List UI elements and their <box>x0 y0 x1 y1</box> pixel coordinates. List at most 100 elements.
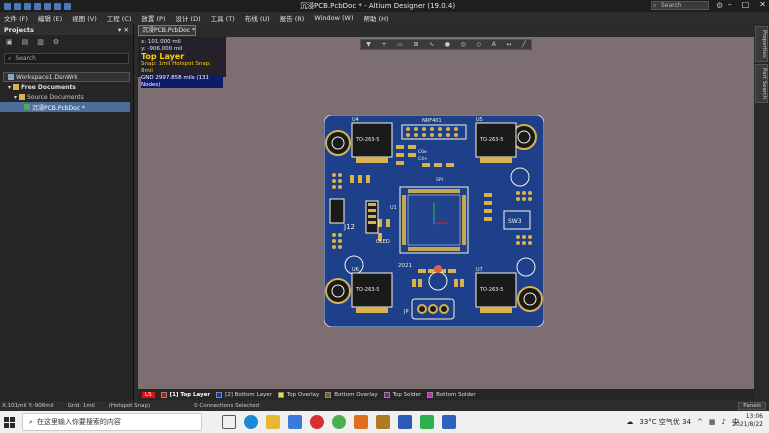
chevron-down-icon: ▾ <box>8 83 12 91</box>
polygon-icon[interactable]: ◇ <box>476 41 481 48</box>
taskbar-search-input[interactable]: ⌕ 在这里输入你要搜索的内容 <box>22 413 202 431</box>
mount-hole-top-left <box>325 130 351 156</box>
file-icon[interactable]: ▥ <box>37 38 44 46</box>
label-u4: U4 <box>352 117 359 123</box>
active-bar: ▼ + ▭ ⊞ ∿ ● ◎ ◇ A ↔ ╱ <box>360 39 532 50</box>
pad-icon[interactable]: ● <box>445 41 450 48</box>
store-icon[interactable] <box>288 415 302 429</box>
tab-part-search[interactable]: Part Search <box>755 63 768 104</box>
save-all-icon[interactable] <box>34 2 41 10</box>
panel-controls[interactable]: ▾ ✕ <box>118 26 129 34</box>
netease-music-icon[interactable] <box>310 415 324 429</box>
route-icon[interactable]: ∿ <box>429 41 434 48</box>
altium-window: 沉浸PCB.PcbDoc * - Altium Designer (19.0.4… <box>0 0 769 433</box>
projects-panel-header: Projects ▾ ✕ <box>0 24 133 35</box>
doc-tab-pcbdoc[interactable]: 沉浸PCB.PcbDoc * <box>138 25 196 36</box>
maximize-button[interactable]: □ <box>742 0 750 9</box>
save-icon[interactable] <box>24 2 31 10</box>
align-icon[interactable]: ⊞ <box>413 41 418 48</box>
global-search-input[interactable]: ⌕ Search <box>651 1 709 10</box>
volume-icon[interactable]: ♪ <box>722 418 726 426</box>
matlab-icon[interactable] <box>354 415 368 429</box>
menu-project[interactable]: 工程 (C) <box>107 13 132 23</box>
file-explorer-icon[interactable] <box>266 415 280 429</box>
via-icon[interactable]: ◎ <box>461 41 466 48</box>
menu-edit[interactable]: 编辑 (E) <box>38 13 62 23</box>
layer-tab-bottom-solder[interactable]: Bottom Solder <box>427 391 476 398</box>
menu-view[interactable]: 视图 (V) <box>72 13 97 23</box>
heads-up-display: x: 101.000 mil y: -906.000 mil Top Layer… <box>138 37 226 88</box>
menu-window[interactable]: Window (W) <box>314 14 353 22</box>
layer-tab-bottom[interactable]: [2] Bottom Layer <box>216 391 272 398</box>
task-view-icon[interactable] <box>222 415 236 429</box>
edge-icon[interactable] <box>244 415 258 429</box>
settings-icon[interactable]: ⚙ <box>53 38 59 46</box>
chrome-icon[interactable] <box>332 415 346 429</box>
projects-toolbar: ▣ ▤ ▥ ⚙ <box>0 35 133 49</box>
label-jz: J12 <box>343 223 355 231</box>
menu-route[interactable]: 布线 (U) <box>245 13 270 23</box>
label-nrf: NRF401 <box>422 118 442 124</box>
tab-properties[interactable]: Properties <box>755 26 768 62</box>
pcb-board[interactable]: TO-263-5 U4 TO-263-5 U5 TO-263-5 U6 TO-2… <box>324 115 544 327</box>
tree-item-pcbdoc[interactable]: 沉浸PCB.PcbDoc * <box>0 102 130 112</box>
regulator-u6: TO-263-5 U6 <box>351 267 393 313</box>
label-oled: OLED <box>376 239 390 245</box>
search-icon: ⌕ <box>653 2 657 9</box>
menu-reports[interactable]: 报告 (R) <box>280 13 305 23</box>
word-icon[interactable] <box>398 415 412 429</box>
dimension-icon[interactable]: ↔ <box>506 41 511 48</box>
workspace-icon <box>8 74 14 80</box>
tree-item-workspace[interactable]: Workspace1.DsnWrk <box>3 72 130 82</box>
right-panel-tabs: Properties Part Search <box>754 24 769 401</box>
weather-text[interactable]: 33°C 空气优 34 <box>639 417 691 427</box>
print-icon[interactable] <box>44 2 51 10</box>
regulator-u5: TO-263-5 U5 <box>475 117 517 163</box>
gear-icon[interactable]: ⚙ <box>716 1 723 10</box>
windows-taskbar: ⌕ 在这里输入你要搜索的内容 ☁ 33°C 空气优 34 ^ ▦ ♪ 中 13:… <box>0 411 769 433</box>
weather-icon: ☁ <box>626 418 634 426</box>
menu-design[interactable]: 设计 (D) <box>175 13 200 23</box>
close-button[interactable]: ✕ <box>759 0 766 9</box>
status-coords: X:101mil Y:-906mil <box>2 403 54 409</box>
pcb-canvas[interactable]: x: 101.000 mil y: -906.000 mil Top Layer… <box>138 37 754 399</box>
label-u7: U7 <box>476 267 483 273</box>
projects-search-input[interactable]: ⌕ Search <box>4 53 129 64</box>
clock[interactable]: 13:06 2021/8/22 <box>732 413 763 429</box>
menu-help[interactable]: 帮助 (H) <box>364 13 389 23</box>
redo-icon[interactable] <box>64 2 71 10</box>
wechat-icon[interactable] <box>420 415 434 429</box>
hud-layer: Top Layer <box>141 52 185 61</box>
layer-tab-top[interactable]: [1] Top Layer <box>160 391 210 398</box>
network-icon[interactable]: ▦ <box>709 418 716 426</box>
photos-icon[interactable] <box>442 415 456 429</box>
altium-icon[interactable] <box>376 415 390 429</box>
add-icon[interactable]: + <box>382 41 387 48</box>
line-icon[interactable]: ╱ <box>522 41 526 48</box>
layer-set-button[interactable]: LS <box>142 391 155 398</box>
minimize-button[interactable]: – <box>728 0 732 9</box>
layer-tab-top-overlay[interactable]: Top Overlay <box>277 391 319 398</box>
tree-item-source-documents[interactable]: ▾ Source Documents <box>0 92 133 102</box>
start-button[interactable] <box>0 411 18 433</box>
label-c4: C4+ <box>418 156 428 162</box>
title-bar: 沉浸PCB.PcbDoc * - Altium Designer (19.0.4… <box>0 0 769 12</box>
select-icon[interactable]: ▭ <box>397 41 403 48</box>
label-to4: TO-263-5 <box>479 287 503 293</box>
panels-button[interactable]: Panels <box>738 402 766 410</box>
layer-tab-top-solder[interactable]: Top Solder <box>383 391 421 398</box>
menu-place[interactable]: 放置 (P) <box>141 13 165 23</box>
layer-tab-bottom-overlay[interactable]: Bottom Overlay <box>325 391 378 398</box>
new-file-icon[interactable] <box>4 2 11 10</box>
undo-icon[interactable] <box>54 2 61 10</box>
folder-icon[interactable]: ▤ <box>22 38 29 46</box>
menu-tools[interactable]: 工具 (T) <box>211 13 235 23</box>
window-title: 沉浸PCB.PcbDoc * - Altium Designer (19.0.4… <box>300 2 456 10</box>
text-icon[interactable]: A <box>492 41 496 48</box>
save-icon[interactable]: ▣ <box>6 38 13 46</box>
tree-item-free-documents[interactable]: ▾ Free Documents <box>0 82 133 92</box>
menu-file[interactable]: 文件 (F) <box>4 13 28 23</box>
filter-icon[interactable]: ▼ <box>366 41 371 48</box>
open-file-icon[interactable] <box>14 2 21 10</box>
tray-chevron-icon[interactable]: ^ <box>697 418 703 426</box>
